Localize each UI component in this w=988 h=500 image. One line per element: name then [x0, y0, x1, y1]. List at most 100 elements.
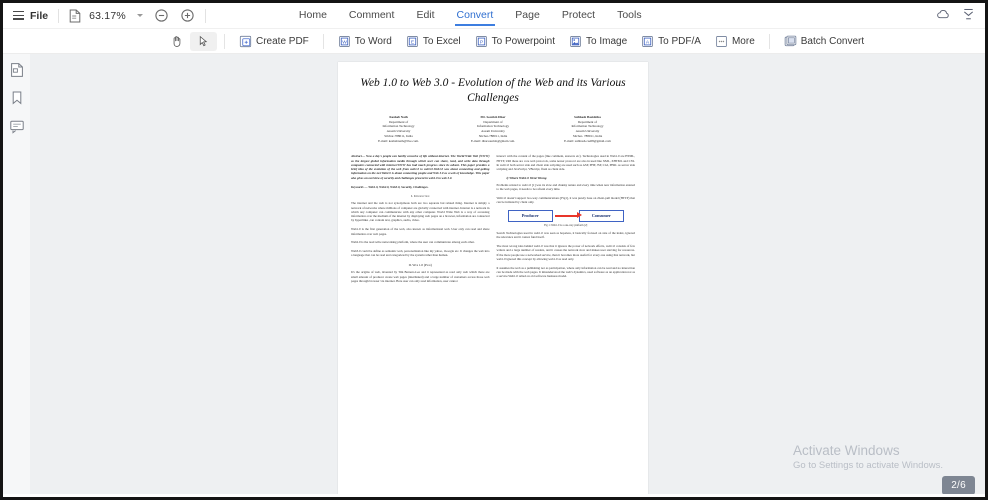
paragraph: Problems related to web1.0 [1] was its s… — [496, 182, 636, 192]
svg-text:W: W — [342, 39, 347, 45]
right-arrow-icon — [554, 211, 582, 218]
paragraph: Web3.0 could be define as semantic web, … — [351, 249, 490, 258]
more-label: More — [731, 35, 755, 47]
paragraph: Web1.0 doesn't support two-way communica… — [496, 196, 636, 205]
author-2: Mr. Sourish Dhar Department of Informati… — [446, 115, 539, 143]
to-pdfa-label: To PDF/A — [658, 35, 701, 47]
to-excel-button[interactable]: E To Excel — [399, 32, 468, 51]
document-title: Web 1.0 to Web 3.0 - Evolution of the We… — [360, 77, 626, 104]
bottom-strip — [3, 494, 985, 497]
document-columns: Abstract— Now a day's people can hardly … — [338, 143, 648, 287]
author-3: Subhash Basishtha Department of Informat… — [541, 115, 634, 143]
paragraph: It's the origins of web, invented by Tim… — [351, 270, 490, 283]
pdf-reader-window: File 63.17% Home Comment Edit Convert Pa… — [0, 0, 988, 500]
section-heading-introduction: I. Introduction — [411, 193, 430, 198]
paragraph: Web2.0 is the read write networking plat… — [351, 240, 475, 245]
to-image-button[interactable]: To Image — [562, 32, 634, 51]
create-pdf-icon — [239, 35, 252, 47]
paragraph: It assumes the web as a publishing not a… — [496, 265, 636, 279]
author-email: E-mail: keshabnath@live.com. — [378, 138, 419, 143]
producer-box: Producer — [507, 209, 553, 222]
to-excel-label: To Excel — [422, 35, 461, 47]
author-1: Keshab Nath Department of Information Te… — [352, 115, 445, 143]
divider — [204, 8, 206, 23]
paragraph: Web1.0 is the first generation of the we… — [351, 227, 490, 236]
section-heading-web1: II. Web 1.0 (Push) — [408, 262, 432, 267]
document-viewer[interactable]: Web 1.0 to Web 3.0 - Evolution of the We… — [30, 54, 985, 497]
chevron-down-icon[interactable] — [136, 14, 143, 17]
convert-toolbar: Create PDF W To Word E To Excel P To Pow… — [3, 29, 985, 54]
batch-convert-label: Batch Convert — [800, 35, 865, 47]
tab-edit[interactable]: Edit — [405, 5, 445, 26]
figure-1: Producer Consumer Fig 1: Web1.0 is a one… — [497, 209, 636, 228]
create-pdf-label: Create PDF — [256, 35, 309, 47]
to-image-icon — [570, 35, 581, 47]
cloud-icon[interactable] — [936, 7, 951, 25]
watermark-title: Activate Windows — [793, 443, 900, 458]
select-tool-button[interactable] — [190, 31, 217, 51]
to-pdfa-button[interactable]: A To PDF/A — [634, 32, 708, 51]
bookmark-icon[interactable] — [9, 90, 25, 106]
thumbnails-icon[interactable] — [9, 62, 25, 78]
figure-arrow-container — [553, 211, 582, 218]
page-fit-icon[interactable] — [69, 9, 81, 23]
paragraph: Search Technologies used in web1.0 was s… — [496, 231, 636, 240]
paragraph: The most wrong idea behind web1.0 was th… — [496, 244, 636, 262]
page-indicator-badge: 2/6 — [942, 476, 975, 495]
zoom-in-icon[interactable] — [180, 8, 195, 23]
divider — [58, 8, 60, 23]
consumer-box: Consumer — [578, 209, 624, 222]
to-word-icon: W — [339, 35, 350, 47]
to-powerpoint-button[interactable]: P To Powerpoint — [468, 32, 562, 51]
to-word-label: To Word — [354, 35, 392, 47]
pdf-page-2: Web 1.0 to Web 3.0 - Evolution of the We… — [338, 62, 648, 497]
more-button[interactable]: More — [708, 32, 762, 51]
paragraph: The internet and the web is not synonymo… — [351, 201, 490, 223]
more-icon — [716, 35, 727, 47]
divider — [224, 33, 225, 49]
menu-bar-left-controls: File 63.17% — [3, 8, 216, 23]
to-excel-icon: E — [407, 35, 418, 47]
keywords-text: Keywords — Web1.0, Web2.0, Web3.0, Secur… — [351, 184, 429, 189]
author-block: Keshab Nath Department of Information Te… — [338, 106, 648, 143]
file-menu-button[interactable]: File — [30, 10, 48, 22]
svg-text:P: P — [480, 39, 483, 45]
menu-bar-right-controls — [936, 7, 985, 25]
tab-protect[interactable]: Protect — [551, 5, 606, 26]
tab-home[interactable]: Home — [288, 5, 338, 26]
hand-icon — [173, 35, 181, 47]
subsection-heading-where-web1-went-wrong: i) Where Web1.0 Went Wrong — [506, 175, 547, 180]
batch-convert-icon — [784, 35, 797, 46]
hamburger-icon[interactable] — [13, 11, 24, 20]
cursor-arrow-icon — [199, 35, 208, 46]
tab-comment[interactable]: Comment — [338, 5, 406, 26]
watermark-subtitle: Go to Settings to activate Windows. — [793, 460, 943, 471]
zoom-out-icon[interactable] — [154, 8, 169, 23]
hand-tool-button[interactable] — [163, 32, 190, 51]
to-image-label: To Image — [586, 35, 628, 47]
left-sidebar-rail — [3, 54, 30, 497]
author-email: E-mail: subhash.cse08@gmail.com — [564, 138, 611, 143]
collapse-ribbon-icon[interactable] — [962, 8, 975, 24]
windows-activation-watermark: Activate Windows Go to Settings to activ… — [793, 442, 943, 472]
tab-page[interactable]: Page — [504, 5, 551, 26]
zoom-level-value[interactable]: 63.17% — [89, 10, 126, 22]
to-pdfa-icon: A — [642, 35, 653, 47]
right-column: interact with the content of the pages (… — [497, 154, 636, 287]
ribbon-tabs: Home Comment Edit Convert Page Protect T… — [288, 5, 653, 26]
tab-tools[interactable]: Tools — [606, 5, 653, 26]
batch-convert-button[interactable]: Batch Convert — [777, 32, 871, 51]
figure-1-caption: Fig 1: Web1.0 is a one-way platform [2] — [544, 224, 588, 228]
comment-icon[interactable] — [9, 118, 25, 134]
to-word-button[interactable]: W To Word — [331, 32, 399, 51]
divider — [768, 33, 770, 49]
to-powerpoint-icon: P — [475, 35, 487, 47]
author-email: E-mail: dharsourish@gmail.com. — [471, 138, 515, 143]
tab-convert[interactable]: Convert — [446, 5, 505, 26]
divider — [322, 33, 324, 49]
to-powerpoint-label: To Powerpoint — [491, 35, 556, 47]
create-pdf-button[interactable]: Create PDF — [232, 32, 316, 51]
abstract-text: Abstract— Now a day's people can hardly … — [351, 154, 490, 180]
paragraph: interact with the content of the pages (… — [496, 154, 636, 172]
left-column: Abstract— Now a day's people can hardly … — [351, 154, 490, 287]
